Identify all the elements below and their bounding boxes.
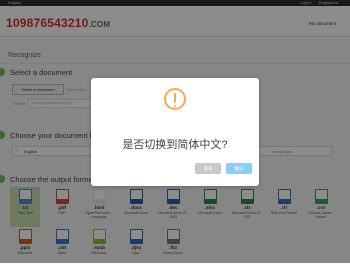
dialog-title: 是否切换到简体中文? [122, 139, 228, 151]
confirm-button[interactable]: 确认 [226, 163, 252, 174]
warning-icon [164, 88, 186, 110]
warning-bar [174, 93, 176, 103]
cancel-button[interactable]: 取消 [195, 163, 221, 174]
warning-dot [174, 105, 176, 107]
language-switch-dialog: 是否切换到简体中文? 取消 确认 [91, 78, 259, 186]
